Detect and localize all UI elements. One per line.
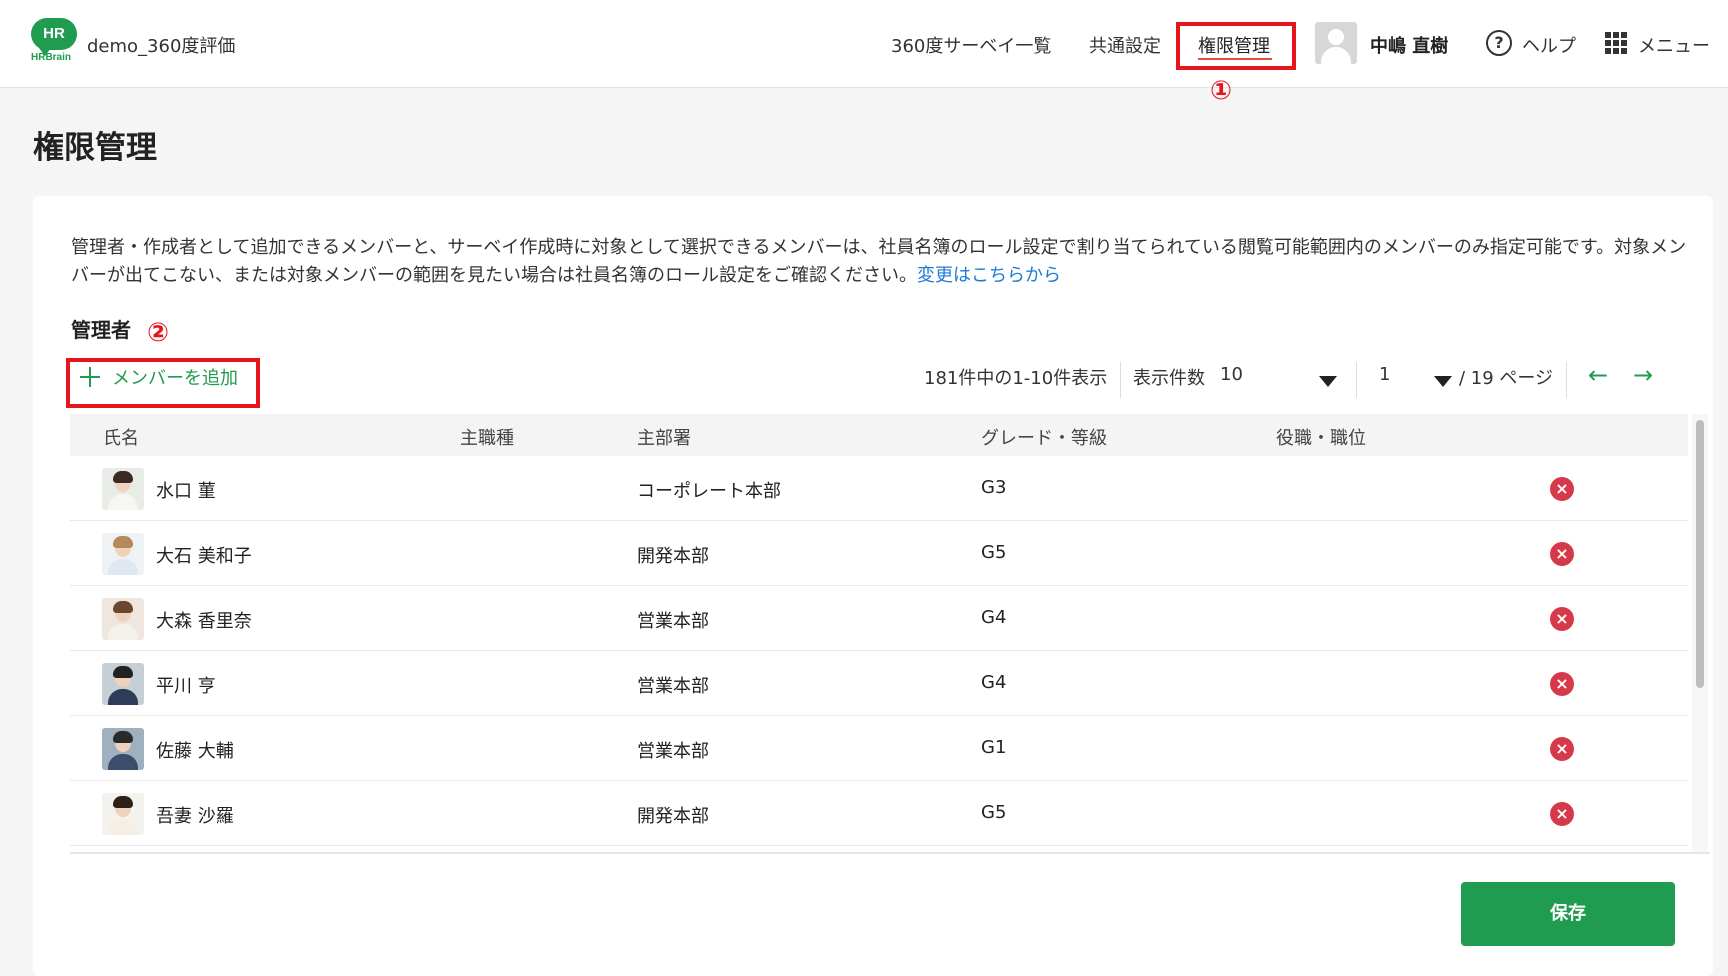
member-grade: G5 (981, 542, 1007, 563)
notice-body: 管理者・作成者として追加できるメンバーと、サーベイ作成時に対象として選択できるメ… (71, 237, 1687, 286)
table-row: 大石 美和子 開発本部 G5 × (70, 521, 1688, 586)
remove-member-icon[interactable]: × (1550, 802, 1574, 826)
menu-link[interactable]: メニュー (1638, 32, 1710, 58)
page-dropdown-icon[interactable] (1434, 376, 1452, 387)
admin-table: 氏名 主職種 主部署 グレード・等級 役職・職位 水口 菫 コーポレート本部 G… (70, 414, 1710, 854)
add-member-button[interactable]: メンバーを追加 (80, 360, 238, 394)
member-name: 大森 香里奈 (156, 611, 252, 632)
col-department: 主部署 (637, 428, 691, 449)
scrollbar-thumb[interactable] (1696, 420, 1704, 688)
member-grade: G5 (981, 802, 1007, 823)
member-department: 開発本部 (637, 546, 709, 567)
member-name: 平川 亨 (156, 676, 216, 697)
pagination-summary: 181件中の1-10件表示 (924, 368, 1108, 389)
per-page-select[interactable]: 10 (1220, 364, 1243, 385)
member-photo (102, 533, 144, 575)
top-header: HR HRBrain demo_360度評価 360度サーベイ一覧 共通設定 権… (0, 0, 1728, 104)
member-department: 営業本部 (637, 676, 709, 697)
page-title: 権限管理 (33, 130, 157, 166)
nav-survey-list[interactable]: 360度サーベイ一覧 (891, 32, 1051, 58)
member-grade: G4 (981, 607, 1007, 628)
col-grade: グレード・等級 (981, 428, 1107, 449)
content-card: 管理者・作成者として追加できるメンバーと、サーベイ作成時に対象として選択できるメ… (33, 196, 1713, 976)
help-link[interactable]: ヘルプ (1522, 32, 1576, 58)
member-photo (102, 663, 144, 705)
member-department: コーポレート本部 (637, 481, 781, 502)
user-name[interactable]: 中嶋 直樹 (1370, 32, 1448, 58)
next-page-icon[interactable]: → (1633, 361, 1653, 389)
table-row: 吾妻 沙羅 開発本部 G5 × (70, 781, 1688, 846)
member-grade: G3 (981, 477, 1007, 498)
logo-badge: HR (31, 18, 77, 56)
section-label-admins: 管理者 (71, 318, 131, 342)
per-page-label: 表示件数 (1133, 368, 1205, 389)
divider (1120, 362, 1121, 398)
table-scrollbar[interactable] (1692, 414, 1708, 852)
plus-icon (80, 367, 100, 387)
total-pages: / 19 ページ (1459, 368, 1554, 389)
prev-page-icon[interactable]: ← (1588, 361, 1608, 389)
member-department: 営業本部 (637, 741, 709, 762)
nav-common-settings[interactable]: 共通設定 (1089, 32, 1161, 58)
per-page-dropdown-icon[interactable] (1319, 376, 1337, 387)
col-name: 氏名 (103, 428, 139, 449)
user-avatar[interactable] (1315, 22, 1357, 64)
logo-text: HRBrain (31, 52, 72, 63)
member-grade: G4 (981, 672, 1007, 693)
col-position: 役職・職位 (1276, 428, 1366, 449)
member-photo (102, 468, 144, 510)
member-department: 営業本部 (637, 611, 709, 632)
table-row: 佐藤 大輔 営業本部 G1 × (70, 716, 1688, 781)
remove-member-icon[interactable]: × (1550, 672, 1574, 696)
table-header: 氏名 主職種 主部署 グレード・等級 役職・職位 (70, 414, 1688, 456)
remove-member-icon[interactable]: × (1550, 607, 1574, 631)
member-photo (102, 793, 144, 835)
table-row: 平川 亨 営業本部 G4 × (70, 651, 1688, 716)
member-photo (102, 598, 144, 640)
member-department: 開発本部 (637, 806, 709, 827)
member-name: 吾妻 沙羅 (156, 806, 234, 827)
save-button[interactable]: 保存 (1461, 882, 1675, 946)
help-icon[interactable]: ? (1486, 30, 1512, 56)
annotation-marker-1: ① (1210, 76, 1233, 106)
add-member-label: メンバーを追加 (112, 368, 238, 389)
remove-member-icon[interactable]: × (1550, 737, 1574, 761)
member-name: 大石 美和子 (156, 546, 252, 567)
remove-member-icon[interactable]: × (1550, 477, 1574, 501)
divider (1566, 362, 1567, 398)
member-grade: G1 (981, 737, 1007, 758)
grid-menu-icon[interactable] (1605, 32, 1627, 54)
member-name: 水口 菫 (156, 481, 216, 502)
table-row: 水口 菫 コーポレート本部 G3 × (70, 456, 1688, 521)
notice-text: 管理者・作成者として追加できるメンバーと、サーベイ作成時に対象として選択できるメ… (71, 234, 1691, 290)
col-job: 主職種 (460, 428, 514, 449)
annotation-marker-2: ② (147, 318, 170, 348)
remove-member-icon[interactable]: × (1550, 542, 1574, 566)
member-name: 佐藤 大輔 (156, 741, 234, 762)
change-settings-link[interactable]: 変更はこちらから (917, 265, 1061, 286)
table-row: 大森 香里奈 営業本部 G4 × (70, 586, 1688, 651)
member-photo (102, 728, 144, 770)
hrbrain-logo[interactable]: HR HRBrain (31, 18, 77, 64)
app-title: demo_360度評価 (87, 36, 236, 57)
highlight-box-nav (1176, 22, 1296, 70)
page-select[interactable]: 1 (1379, 364, 1390, 385)
divider (1356, 362, 1357, 398)
